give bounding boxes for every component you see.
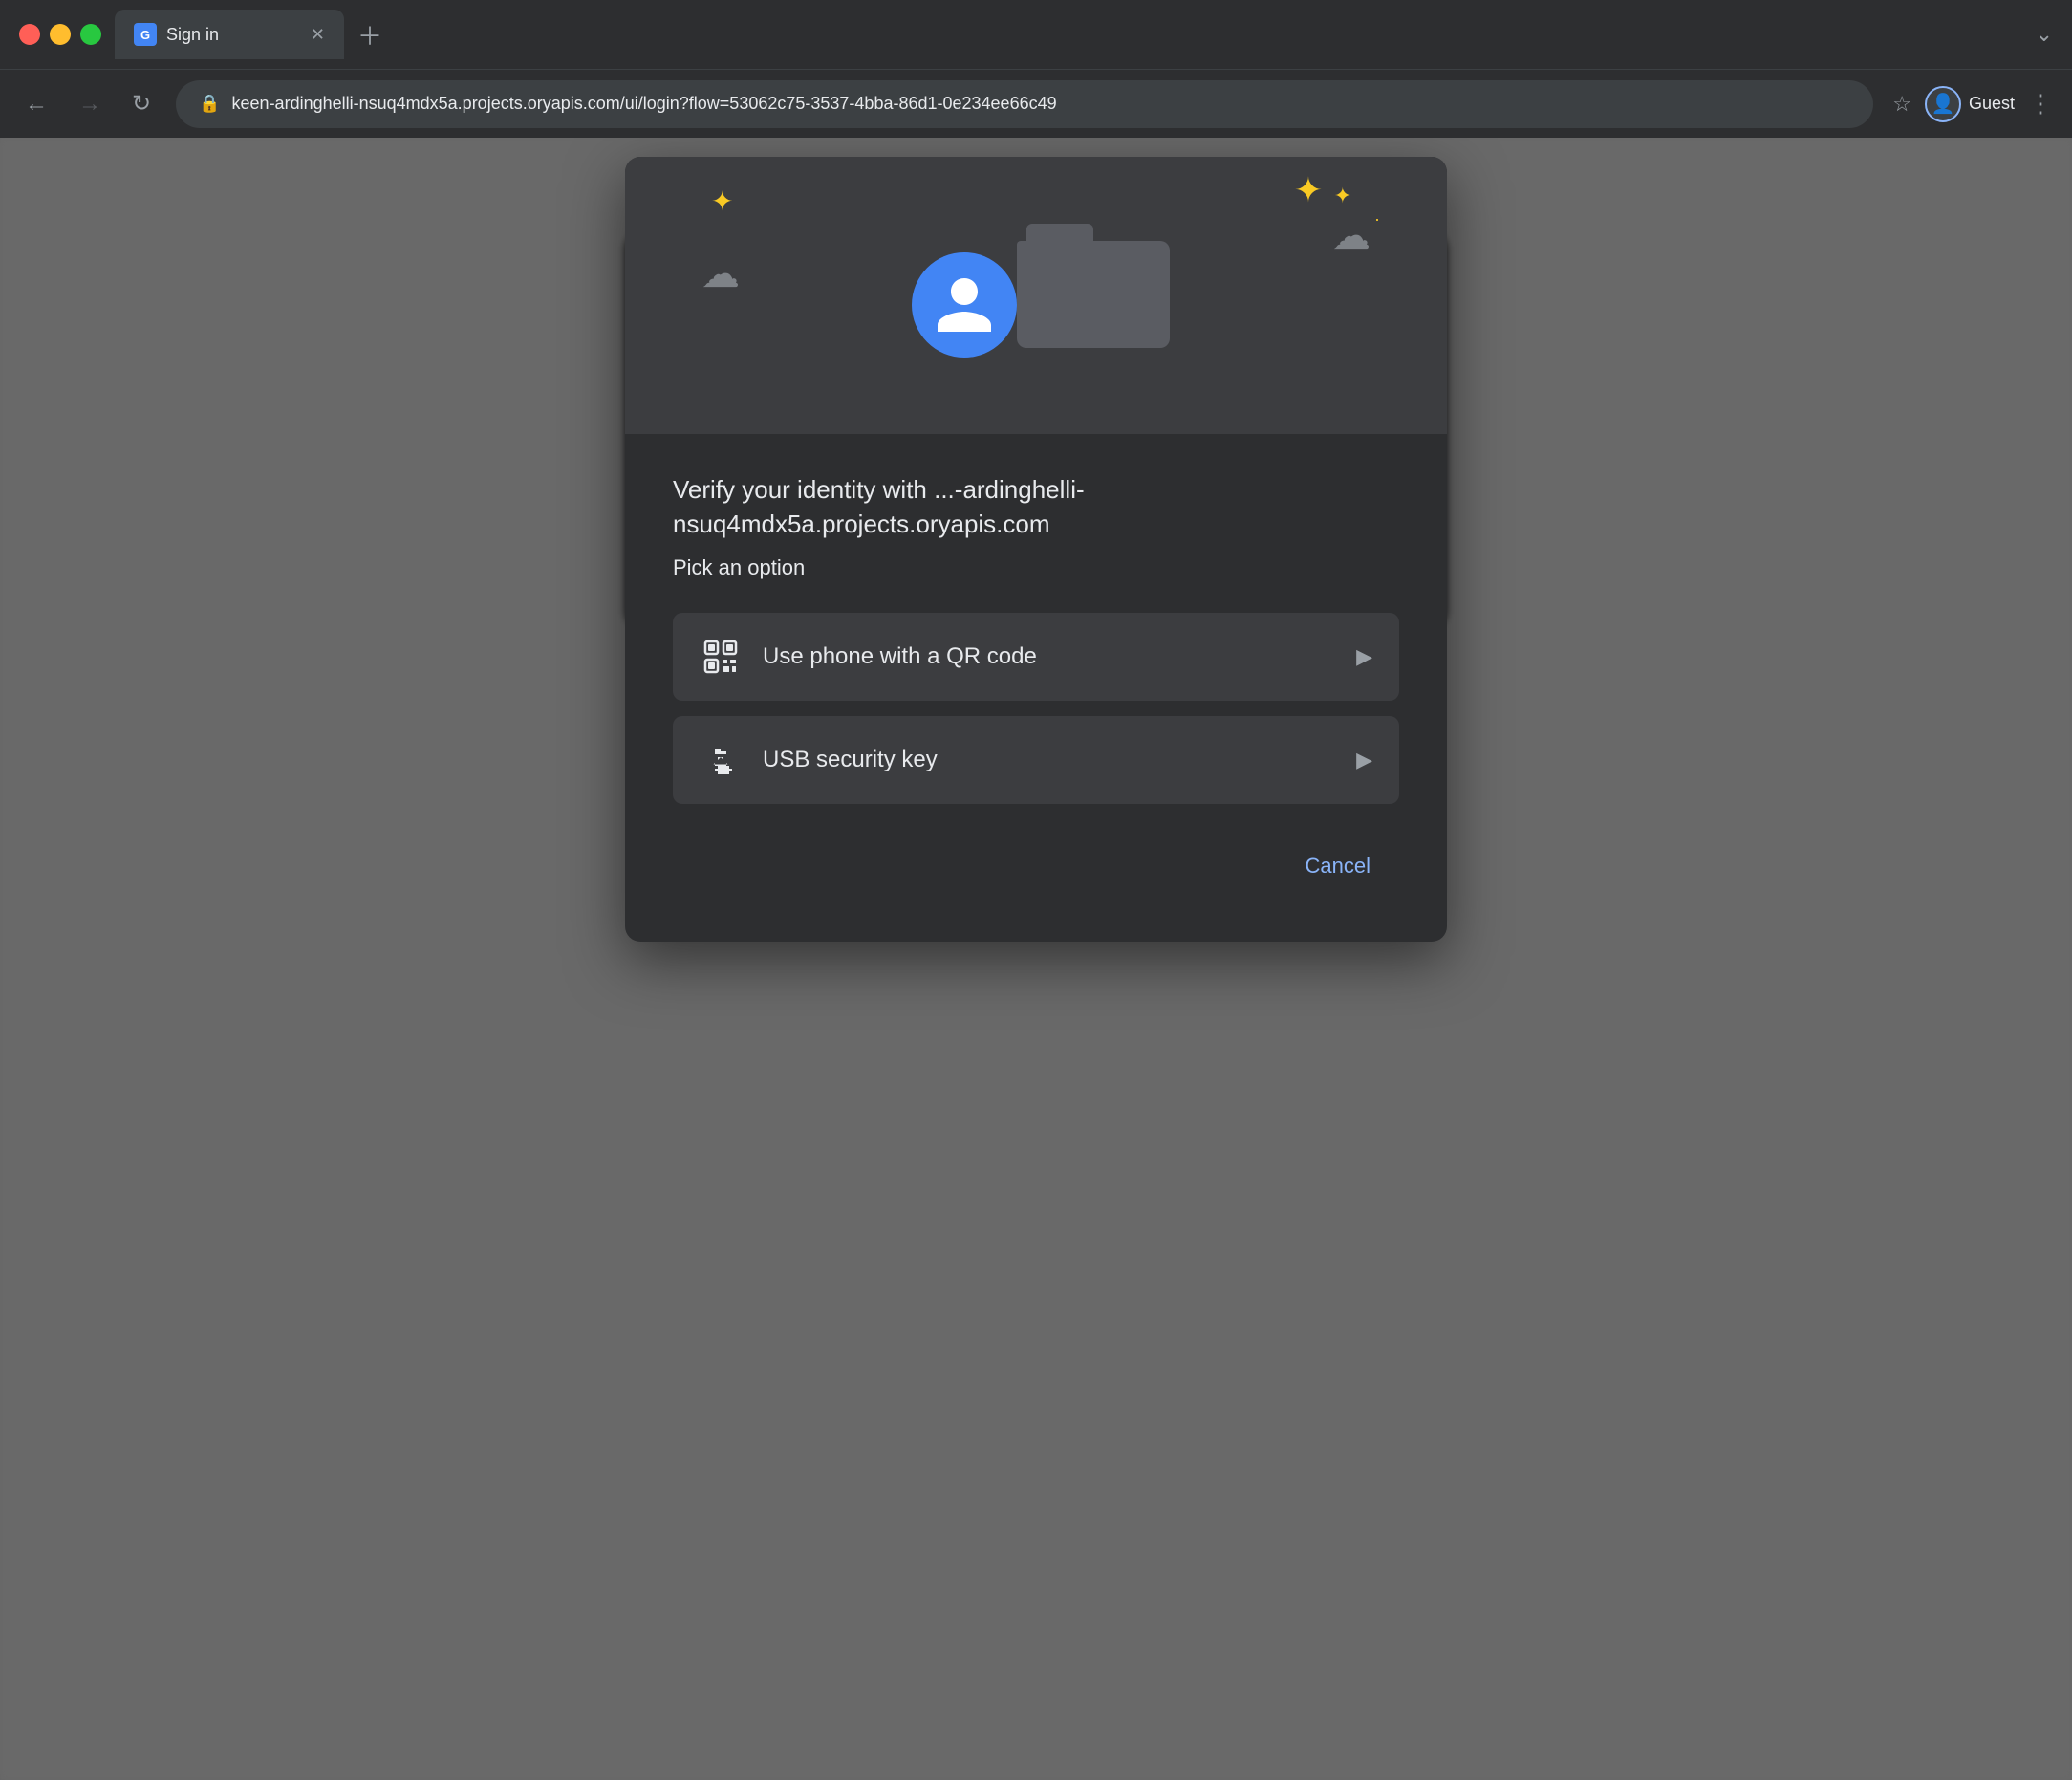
usb-key-label: USB security key <box>763 747 1335 773</box>
address-actions: ☆ 👤 Guest ⋮ <box>1892 86 2053 122</box>
maximize-window-button[interactable] <box>80 24 101 45</box>
modal-footer: Cancel <box>673 819 1399 894</box>
cloud-left-icon: ☁ <box>701 252 740 296</box>
tab-close-button[interactable]: ✕ <box>311 25 325 45</box>
address-text: keen-ardinghelli-nsuq4mdx5a.projects.ory… <box>232 94 1851 114</box>
modal-illustration: ☁ ☁ ✦ ✦ ✦ · <box>625 157 1447 434</box>
qr-code-arrow-icon: ▶ <box>1356 644 1372 669</box>
sparkle-2-icon: ✦ <box>1294 170 1323 210</box>
cancel-button[interactable]: Cancel <box>1277 838 1399 894</box>
sparkle-1-icon: ✦ <box>711 185 733 217</box>
back-button[interactable]: ← <box>19 85 54 123</box>
new-tab-button[interactable]: ＋ <box>350 10 390 60</box>
usb-key-arrow-icon: ▶ <box>1356 748 1372 772</box>
qr-code-option[interactable]: Use phone with a QR code ▶ <box>673 613 1399 701</box>
address-input[interactable]: 🔒 keen-ardinghelli-nsuq4mdx5a.projects.o… <box>176 80 1873 128</box>
address-bar: ← → ↻ 🔒 keen-ardinghelli-nsuq4mdx5a.proj… <box>0 69 2072 138</box>
profile-avatar-icon: 👤 <box>1925 86 1961 122</box>
browser-menu-button[interactable]: ⋮ <box>2028 89 2053 119</box>
title-bar: G Sign in ✕ ＋ ⌄ <box>0 0 2072 69</box>
close-window-button[interactable] <box>19 24 40 45</box>
forward-button[interactable]: → <box>73 85 107 123</box>
active-tab[interactable]: G Sign in ✕ <box>115 10 344 59</box>
sparkle-4-icon: · <box>1374 209 1380 229</box>
profile-label: Guest <box>1969 94 2015 114</box>
traffic-lights <box>19 24 101 45</box>
minimize-window-button[interactable] <box>50 24 71 45</box>
qr-code-icon <box>700 636 742 678</box>
folder-icon <box>1017 224 1170 348</box>
bookmark-icon[interactable]: ☆ <box>1892 92 1911 117</box>
tab-bar: G Sign in ✕ ＋ ⌄ <box>115 10 2053 60</box>
profile-button[interactable]: 👤 Guest <box>1925 86 2015 122</box>
modal-content: Verify your identity with ...-ardinghell… <box>625 434 1447 942</box>
sparkle-3-icon: ✦ <box>1334 184 1351 208</box>
reload-button[interactable]: ↻ <box>126 84 157 123</box>
cloud-right-icon: ☁ <box>1332 214 1371 258</box>
illustration-inner <box>902 205 1170 396</box>
qr-code-label: Use phone with a QR code <box>763 643 1335 670</box>
tab-title: Sign in <box>166 25 301 45</box>
modal-subtitle: Pick an option <box>673 555 1399 580</box>
tab-overflow-button[interactable]: ⌄ <box>2036 22 2053 47</box>
modal-title: Verify your identity with ...-ardinghell… <box>673 472 1399 542</box>
tab-favicon: G <box>134 23 157 46</box>
identity-modal: ☁ ☁ ✦ ✦ ✦ · <box>625 157 1447 942</box>
lock-icon: 🔒 <box>199 94 220 114</box>
avatar <box>912 252 1017 358</box>
browser-window: G Sign in ✕ ＋ ⌄ ← → ↻ 🔒 keen-ardinghelli… <box>0 0 2072 1780</box>
usb-key-option[interactable]: USB security key ▶ <box>673 716 1399 804</box>
usb-icon <box>700 739 742 781</box>
page-content: Continue Don't have an account? Sign up … <box>0 138 2072 1780</box>
modal-overlay: ☁ ☁ ✦ ✦ ✦ · <box>0 138 2072 1780</box>
